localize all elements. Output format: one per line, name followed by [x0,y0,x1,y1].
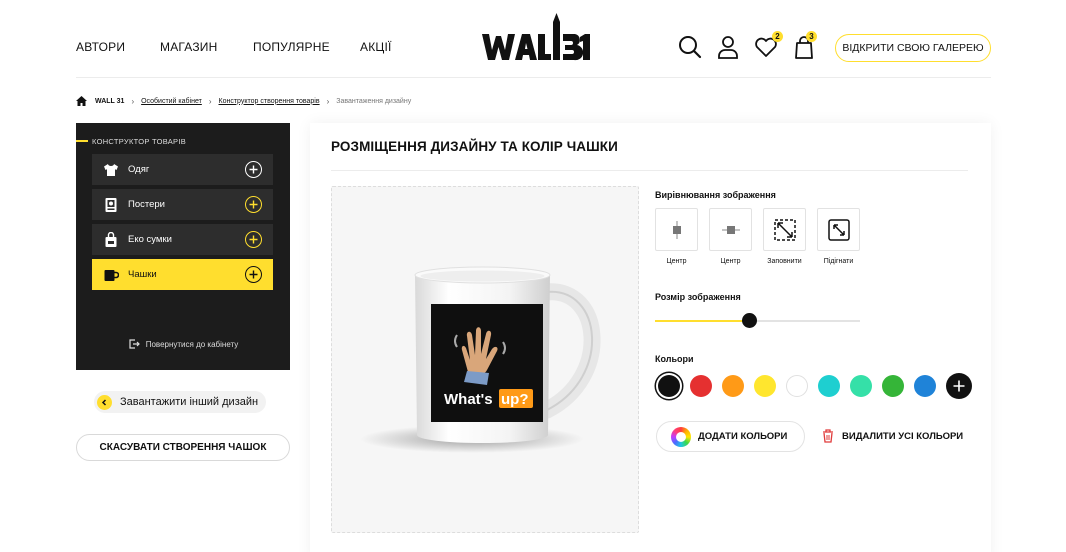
fit-icon [827,218,850,241]
nav-shop[interactable]: Магазин [160,40,218,54]
fill-button[interactable] [763,208,806,251]
align-option-label: Заповнити [767,258,802,265]
chevron-left-icon [97,394,112,410]
color-swatch[interactable] [690,375,712,397]
cancel-mug-creation-button[interactable]: Скасувати створення чашок [76,434,290,461]
color-swatch[interactable] [722,375,744,397]
align-center-horizontal-button[interactable] [709,208,752,251]
panel-divider [331,170,968,171]
breadcrumb-cabinet[interactable]: Особистий кабінет [141,98,202,105]
header-divider [76,77,991,78]
title-accent-bar [76,140,88,142]
breadcrumb-separator: › [326,96,330,106]
size-slider[interactable] [655,313,860,328]
sidebar-item-label: Постери [128,199,165,210]
back-to-cabinet-link[interactable]: Повернутися до кабінету [76,338,290,350]
breadcrumb-separator: › [208,96,212,106]
sidebar-title: Конструктор товарів [76,136,186,146]
logo[interactable] [481,12,591,64]
breadcrumb: WALL 31 › Особистий кабінет › Конструкто… [76,95,411,107]
nav-promotions[interactable]: Акції [360,40,392,54]
size-slider-handle[interactable] [741,313,757,328]
favorites-badge: 2 [772,31,783,42]
add-colors-label: Додати кольори [698,431,788,442]
mug-text-up: up? [501,391,529,408]
panel-title: Розміщення дизайну та колір чашки [331,139,618,154]
color-swatch[interactable] [754,375,776,397]
bag-icon [103,231,119,248]
colors-label: Кольори [655,354,694,364]
color-swatch[interactable] [850,375,872,397]
alignment-label: Вирівнювання зображення [655,190,776,200]
add-icon[interactable] [245,161,262,178]
site-header: Автори Магазин Популярне Акції [0,0,1066,78]
color-swatch[interactable] [914,375,936,397]
align-option-label: Підігнати [823,258,854,265]
sidebar-item-mugs[interactable]: Чашки [92,259,273,290]
align-center-vertical-icon [672,220,681,239]
align-option-label: Центр [666,258,687,265]
upload-other-design-button[interactable]: Завантажити інший дизайн [94,391,267,413]
delete-colors-label: Видалити усі кольори [842,430,964,442]
user-icon[interactable] [715,34,741,60]
sidebar-item-posters[interactable]: Постери [92,189,273,220]
upload-label: Завантажити інший дизайн [120,396,259,408]
color-swatch[interactable] [818,375,840,397]
size-label: Розмір зображення [655,292,741,302]
color-wheel-icon [671,426,691,447]
nav-popular[interactable]: Популярне [253,40,330,54]
design-panel: Розміщення дизайну та колір чашки [310,123,991,552]
align-center-horizontal-icon [721,225,740,234]
add-icon[interactable] [245,231,262,248]
fill-icon [773,218,796,241]
size-slider-fill [655,320,750,322]
mug-text-whats: What's [444,391,493,408]
product-constructor-sidebar: Конструктор товарів Одяг Постери Еко сум… [76,123,290,370]
add-colors-button[interactable]: Додати кольори [656,421,805,452]
add-icon[interactable] [245,196,262,213]
align-option-label: Центр [720,258,741,265]
color-swatch[interactable] [658,375,680,397]
logout-icon [129,339,140,349]
breadcrumb-separator: › [131,96,135,106]
color-swatch[interactable] [882,375,904,397]
mug-icon [103,267,119,283]
plus-icon [953,380,965,392]
search-icon[interactable] [677,34,703,60]
fit-button[interactable] [817,208,860,251]
mug-preview: What's up? [331,186,639,533]
add-color-button[interactable] [946,373,972,399]
back-label: Повернутися до кабінету [145,339,239,349]
breadcrumb-root[interactable]: WALL 31 [95,98,124,105]
home-icon[interactable] [76,96,87,106]
sidebar-item-label: Еко сумки [128,234,172,245]
nav-authors[interactable]: Автори [76,40,125,54]
breadcrumb-constructor[interactable]: Конструктор створення товарів [219,98,320,105]
poster-icon [103,197,119,213]
delete-all-colors-button[interactable]: Видалити усі кольори [822,429,963,443]
tshirt-icon [103,162,119,178]
sidebar-item-label: Чашки [128,269,157,280]
sidebar-item-eco-bags[interactable]: Еко сумки [92,224,273,255]
cart-badge: 3 [806,31,817,42]
sidebar-item-clothes[interactable]: Одяг [92,154,273,185]
open-gallery-button[interactable]: Відкрити свою галерею [835,34,991,62]
add-icon[interactable] [245,266,262,283]
sidebar-title-text: Конструктор товарів [92,136,187,146]
color-swatch[interactable] [786,375,808,397]
mug-image: What's up? [360,266,601,453]
trash-icon [823,429,833,443]
align-center-vertical-button[interactable] [655,208,698,251]
breadcrumb-current: Завантаження дизайну [336,97,412,105]
sidebar-item-label: Одяг [128,164,150,175]
